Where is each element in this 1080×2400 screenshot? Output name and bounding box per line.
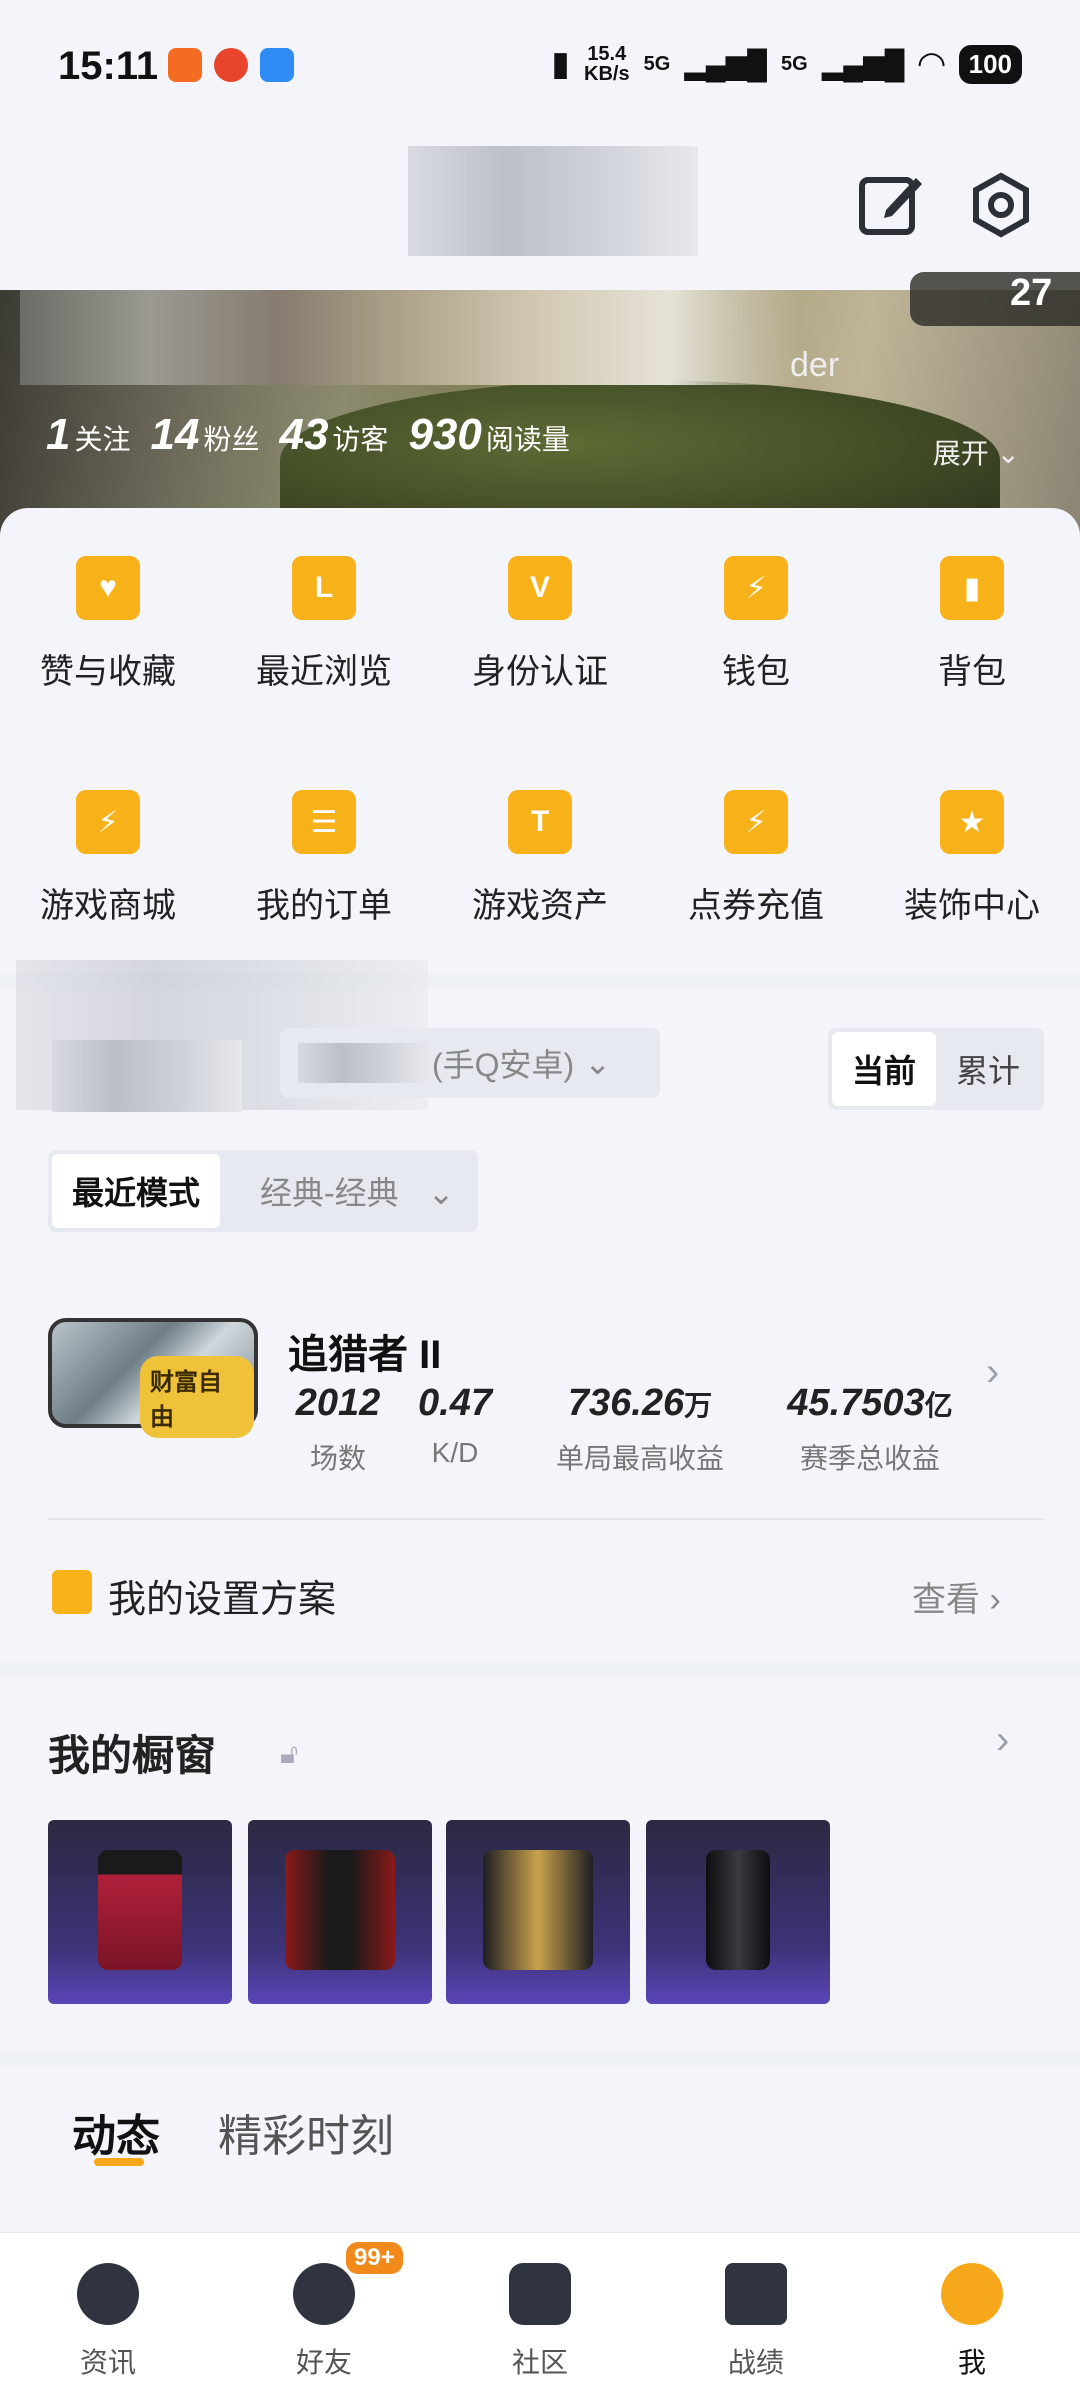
season-rank-badge: 财富自由 xyxy=(48,1318,258,1438)
shortcut-wallet[interactable]: ⚡ 钱包 xyxy=(648,556,864,693)
nav-me[interactable]: 我 xyxy=(864,2263,1080,2381)
community-house-icon xyxy=(509,2263,571,2325)
shortcut-identity-verify[interactable]: V 身份认证 xyxy=(432,556,648,693)
play-bubble-icon xyxy=(77,2263,139,2325)
blurred-server-name xyxy=(298,1043,428,1083)
blurred-nickname xyxy=(20,290,800,385)
showcase-title: 我的橱窗 xyxy=(48,1732,217,1779)
edit-icon[interactable] xyxy=(856,170,926,240)
tab-highlights[interactable]: 精彩时刻 xyxy=(218,2100,394,2164)
visitors-stat[interactable]: 43 访客 xyxy=(279,410,388,460)
settings-plan-title: 我的设置方案 xyxy=(108,1579,337,1621)
fans-stat[interactable]: 14 粉丝 xyxy=(151,410,260,460)
settings-gear-icon[interactable] xyxy=(966,170,1036,240)
showcase-item-gold-leather-jacket[interactable] xyxy=(446,1820,630,2004)
shortcut-game-assets[interactable]: T 游戏资产 xyxy=(432,790,648,927)
star-decor-icon: ★ xyxy=(940,790,1004,854)
metric-kd: 0.47 K/D xyxy=(418,1382,492,1468)
vibrate-icon: ▮ xyxy=(551,45,570,83)
mode-selector: 最近模式 经典-经典 ⌄ xyxy=(48,1150,479,1232)
nav-news[interactable]: 资讯 xyxy=(0,2263,216,2381)
friends-badge: 99+ xyxy=(346,2242,403,2274)
record-divider xyxy=(48,1518,1044,1520)
friends-icon xyxy=(293,2263,355,2325)
mode-select[interactable]: 经典-经典 ⌄ xyxy=(220,1154,474,1228)
settings-view-link[interactable]: 查看 › xyxy=(912,1572,1001,1621)
nav-records[interactable]: 战绩 xyxy=(648,2263,864,2381)
expand-button[interactable]: 展开 ⌄ xyxy=(933,432,1020,472)
metric-season-income: 45.7503亿 赛季总收益 xyxy=(787,1382,953,1474)
metric-best-income: 736.26万 单局最高收益 xyxy=(555,1382,724,1474)
tab-feed[interactable]: 动态 xyxy=(72,2100,160,2164)
settings-clipboard-icon xyxy=(52,1570,92,1614)
showcase-item-red-jacket[interactable] xyxy=(248,1820,432,2004)
profile-stats: 1 关注 14 粉丝 43 访客 930 阅读量 xyxy=(46,410,570,460)
record-shield-icon xyxy=(725,2263,787,2325)
shortcut-recent-history[interactable]: L 最近浏览 xyxy=(216,556,432,693)
follow-stat[interactable]: 1 关注 xyxy=(46,410,131,460)
record-detail-chevron-icon[interactable]: › xyxy=(986,1350,999,1395)
tab-total[interactable]: 累计 xyxy=(936,1032,1040,1106)
shortcut-likes-favorites[interactable]: ♥ 赞与收藏 xyxy=(0,556,216,693)
helmet-icon xyxy=(941,2263,1003,2325)
status-right: ▮ 15.4 KB/s 5G ▂▄▆█ 5G ▂▄▆█ ◠ 100 xyxy=(551,44,1022,84)
shop-bag-icon: ⚡ xyxy=(76,790,140,854)
wifi-icon: ◠ xyxy=(918,45,945,83)
shortcut-card: ♥ 赞与收藏 L 最近浏览 V 身份认证 ⚡ 钱包 ▮ 背包 ⚡ 游戏商城 ☰ … xyxy=(0,508,1080,973)
lock-icon: 🔓︎ xyxy=(280,1738,299,1769)
blurred-avatar xyxy=(408,146,698,256)
history-icon: L xyxy=(292,556,356,620)
showcase-chevron-icon[interactable]: › xyxy=(996,1718,1009,1763)
tab-active-indicator xyxy=(94,2158,144,2166)
planet-app-icon xyxy=(260,48,294,82)
shortcut-game-shop[interactable]: ⚡ 游戏商城 xyxy=(0,790,216,927)
coupon-cards-icon: ⚡ xyxy=(724,790,788,854)
verify-v-icon: V xyxy=(508,556,572,620)
signal-5g-icon: 5G xyxy=(643,52,671,75)
nav-friends[interactable]: 好友 xyxy=(216,2263,432,2381)
chevron-down-icon: ⌄ xyxy=(584,1045,612,1081)
shortcut-my-orders[interactable]: ☰ 我的订单 xyxy=(216,790,432,927)
tab-current[interactable]: 当前 xyxy=(832,1032,937,1106)
metric-matches: 2012 场数 xyxy=(295,1382,381,1474)
wallet-icon: ⚡ xyxy=(724,556,788,620)
shortcut-decoration-center[interactable]: ★ 装饰中心 xyxy=(864,790,1080,927)
order-clipboard-icon: ☰ xyxy=(292,790,356,854)
heart-card-icon: ♥ xyxy=(76,556,140,620)
scope-toggle: 当前 累计 xyxy=(828,1028,1045,1110)
shirt-coins-icon: T xyxy=(508,790,572,854)
nav-community[interactable]: 社区 xyxy=(432,2263,648,2381)
signal-bars-icon-2: ▂▄▆█ xyxy=(821,48,905,80)
reads-stat: 930 阅读量 xyxy=(408,410,570,459)
battery-icon: 100 xyxy=(958,44,1022,84)
rank-title: 追猎者 II xyxy=(288,1333,442,1377)
blurred-game-id xyxy=(52,1040,242,1112)
feed-section xyxy=(0,2066,1080,2236)
mode-label: 最近模式 xyxy=(52,1154,221,1228)
banner-partial-text: der xyxy=(790,346,840,384)
status-time: 15:11 xyxy=(58,44,159,88)
status-bar: 15:11 ▮ 15.4 KB/s 5G ▂▄▆█ 5G ▂▄▆█ ◠ 100 xyxy=(0,0,1080,130)
network-speed: 15.4 KB/s xyxy=(584,43,630,85)
server-select[interactable]: (手Q安卓) ⌄ xyxy=(280,1028,660,1098)
level-badge[interactable]: 27 xyxy=(910,272,1080,326)
bottom-nav: 资讯 好友 社区 战绩 我 xyxy=(0,2232,1080,2400)
showcase-item-black-leather-pants[interactable] xyxy=(646,1820,830,2004)
shortcut-coupon-recharge[interactable]: ⚡ 点券充值 xyxy=(648,790,864,927)
showcase-item-red-pants[interactable] xyxy=(48,1820,232,2004)
signal-bars-icon: ▂▄▆█ xyxy=(684,48,768,80)
signal-5g-icon-2: 5G xyxy=(781,52,808,75)
taobao-app-icon xyxy=(168,48,202,82)
shortcut-backpack[interactable]: ▮ 背包 xyxy=(864,556,1080,693)
backpack-icon: ▮ xyxy=(940,556,1004,620)
pumpkin-app-icon xyxy=(214,48,248,82)
